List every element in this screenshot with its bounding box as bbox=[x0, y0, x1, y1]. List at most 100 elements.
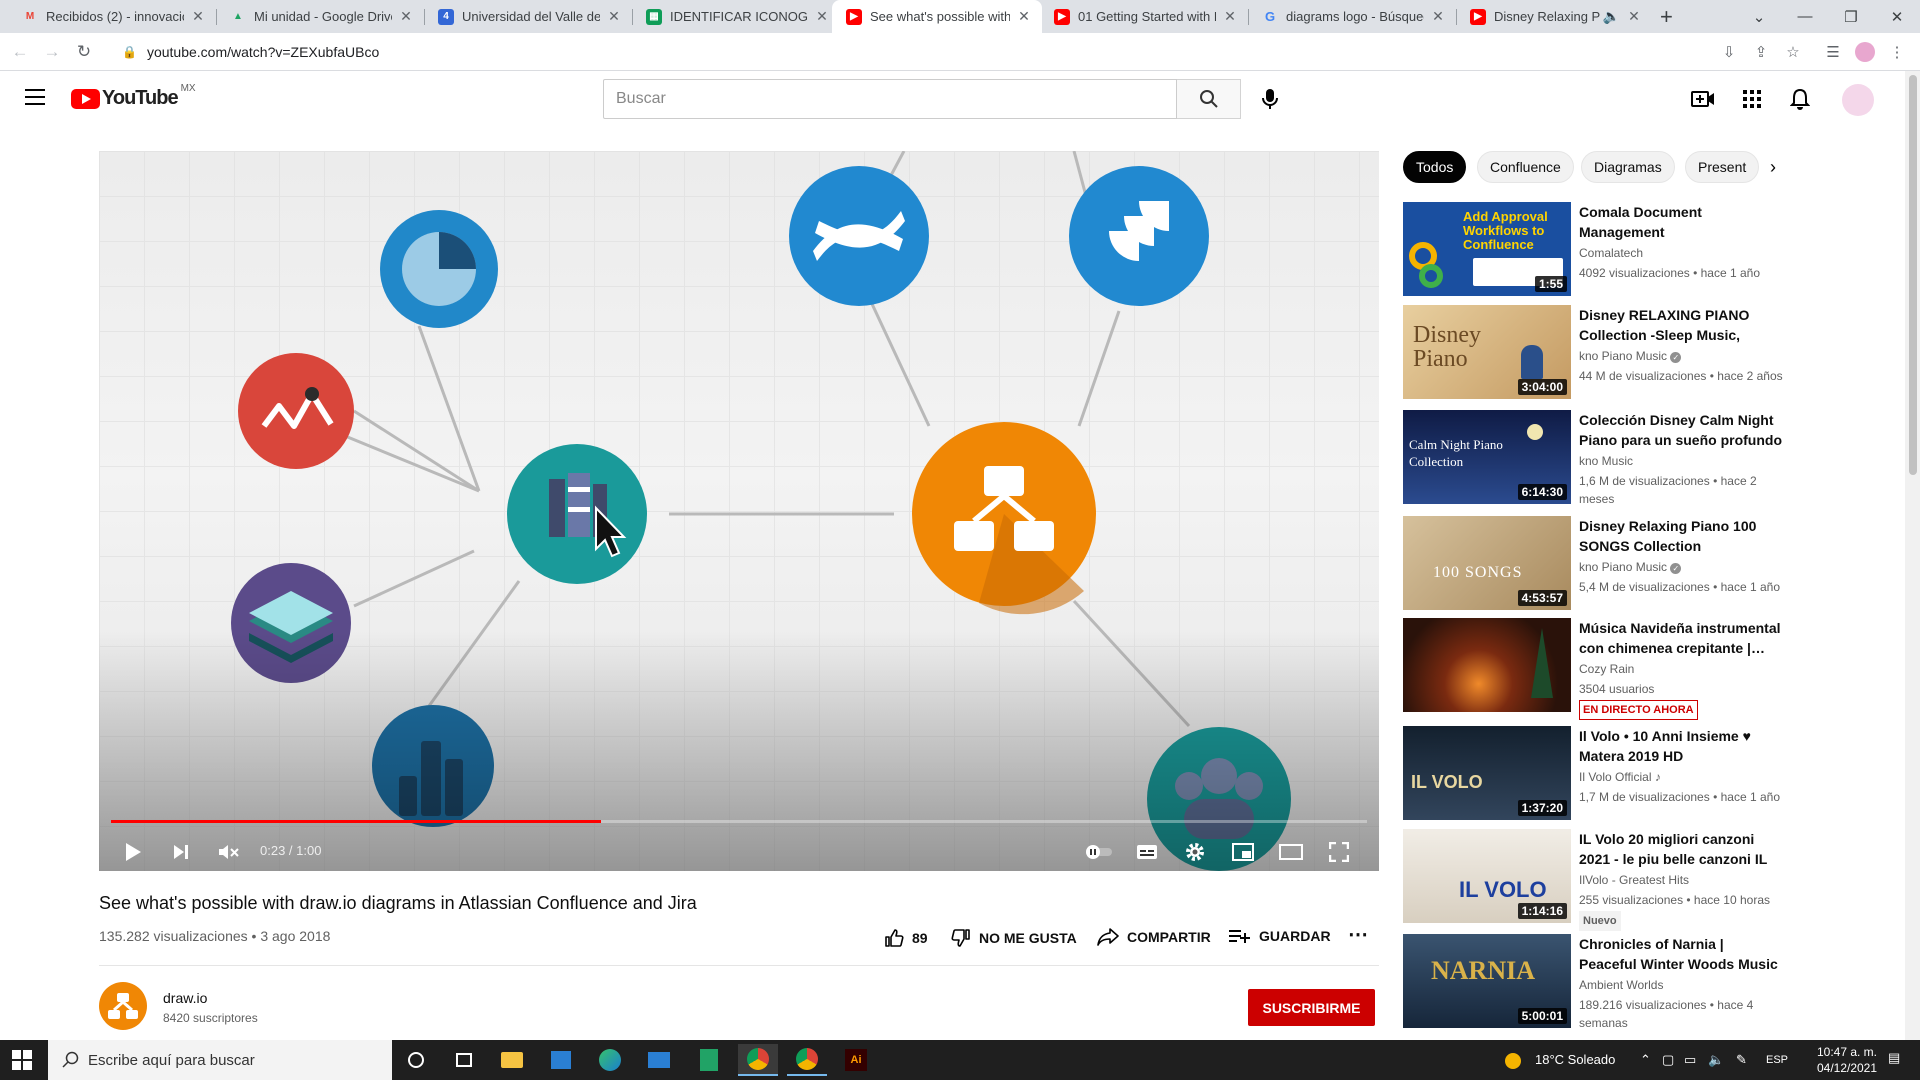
channel-avatar[interactable] bbox=[99, 982, 147, 1030]
video-thumbnail[interactable]: 100 SONGS 4:53:57 bbox=[1403, 516, 1571, 610]
scrollbar-thumb[interactable] bbox=[1909, 75, 1917, 475]
browser-tab[interactable]: 4 Universidad del Valle de P ✕ bbox=[424, 0, 632, 33]
reading-list-icon[interactable]: ☰ bbox=[1822, 41, 1844, 63]
browser-tab[interactable]: ▦ IDENTIFICAR ICONOGRAF ✕ bbox=[632, 0, 840, 33]
recommendation-item[interactable]: NARNIA 5:00:01 Chronicles of Narnia | Pe… bbox=[1403, 934, 1783, 1030]
next-button[interactable] bbox=[163, 834, 199, 870]
apps-grid-icon[interactable] bbox=[1738, 85, 1766, 113]
notifications-icon[interactable]: ▤ bbox=[1888, 1050, 1900, 1066]
recommendation-channel[interactable]: kno Piano Music ✓ bbox=[1579, 560, 1682, 574]
close-tab-icon[interactable]: ✕ bbox=[1016, 8, 1032, 25]
chip-presentaciones[interactable]: Present bbox=[1685, 151, 1760, 183]
recommendation-item[interactable]: Música Navideña instrumental con chimene… bbox=[1403, 618, 1783, 720]
video-thumbnail[interactable]: Add Approval Workflows to Confluence 1:5… bbox=[1403, 202, 1571, 296]
search-input[interactable]: Buscar bbox=[603, 79, 1177, 119]
chrome-icon[interactable] bbox=[738, 1044, 778, 1076]
mute-button[interactable] bbox=[211, 834, 247, 870]
mail-icon[interactable] bbox=[639, 1044, 679, 1076]
recommendation-channel[interactable]: Ambient Worlds bbox=[1579, 978, 1663, 992]
browser-tab[interactable]: M Recibidos (2) - innovacion ✕ bbox=[8, 0, 216, 33]
menu-icon[interactable] bbox=[25, 89, 45, 105]
close-tab-icon[interactable]: ✕ bbox=[1222, 8, 1238, 25]
more-actions-icon[interactable]: ⋯ bbox=[1348, 922, 1368, 947]
recommendation-title[interactable]: Disney RELAXING PIANO Collection -Sleep … bbox=[1579, 305, 1783, 345]
taskbar-search-input[interactable]: Escribe aquí para buscar bbox=[48, 1040, 392, 1080]
chip-diagramas[interactable]: Diagramas bbox=[1581, 151, 1675, 183]
recommendation-title[interactable]: Colección Disney Calm Night Piano para u… bbox=[1579, 410, 1783, 450]
subscribe-button[interactable]: SUSCRIBIRME bbox=[1248, 989, 1375, 1026]
close-tab-icon[interactable]: ✕ bbox=[190, 8, 206, 25]
fullscreen-button[interactable] bbox=[1321, 834, 1357, 870]
recommendation-title[interactable]: Comala Document Management bbox=[1579, 202, 1783, 242]
forward-icon[interactable]: → bbox=[40, 40, 64, 64]
close-window-button[interactable]: ✕ bbox=[1874, 0, 1920, 33]
recommendation-title[interactable]: Disney Relaxing Piano 100 SONGS Collecti… bbox=[1579, 516, 1783, 556]
page-scrollbar[interactable] bbox=[1905, 71, 1920, 1040]
like-button[interactable]: 89 bbox=[884, 928, 928, 948]
weather-icon[interactable] bbox=[1505, 1052, 1521, 1069]
browser-tab[interactable]: ▶ Disney Relaxing Piano 🔈 ✕ bbox=[1456, 0, 1652, 33]
meet-now-icon[interactable]: ▢ bbox=[1662, 1052, 1674, 1068]
language-indicator[interactable]: ESP bbox=[1766, 1054, 1788, 1066]
browser-tab[interactable]: G diagrams logo - Búsqueda ✕ bbox=[1248, 0, 1456, 33]
illustrator-icon[interactable]: Ai bbox=[836, 1044, 876, 1076]
browser-tab[interactable]: ▶ 01 Getting Started with Pe ✕ bbox=[1040, 0, 1248, 33]
reload-icon[interactable]: ↻ bbox=[72, 40, 96, 64]
windows-start-icon[interactable] bbox=[12, 1050, 32, 1070]
voice-search-button[interactable] bbox=[1250, 79, 1290, 119]
browser-tab[interactable]: ▲ Mi unidad - Google Drive ✕ bbox=[216, 0, 424, 33]
recommendation-channel[interactable]: kno Music bbox=[1579, 454, 1633, 468]
channel-name[interactable]: draw.io bbox=[163, 990, 207, 1006]
chip-confluence[interactable]: Confluence bbox=[1477, 151, 1574, 183]
cortana-icon[interactable] bbox=[396, 1044, 436, 1076]
close-tab-icon[interactable]: ✕ bbox=[606, 8, 622, 25]
new-tab-button[interactable]: + bbox=[1660, 4, 1673, 30]
create-video-icon[interactable] bbox=[1689, 85, 1717, 113]
autoplay-toggle[interactable] bbox=[1081, 834, 1117, 870]
video-player[interactable]: 0:23 / 1:00 bbox=[99, 151, 1379, 871]
recommendation-title[interactable]: Chronicles of Narnia | Peaceful Winter W… bbox=[1579, 934, 1783, 974]
recommendation-channel[interactable]: kno Piano Music ✓ bbox=[1579, 349, 1682, 363]
search-button[interactable] bbox=[1177, 79, 1241, 119]
tray-chevron-icon[interactable]: ⌃ bbox=[1640, 1052, 1651, 1068]
close-tab-icon[interactable]: ✕ bbox=[1626, 8, 1642, 25]
tab-search-icon[interactable]: ⌄ bbox=[1736, 0, 1782, 33]
volume-icon[interactable]: 🔈 bbox=[1708, 1052, 1724, 1068]
restore-button[interactable]: ❐ bbox=[1828, 0, 1874, 33]
video-thumbnail[interactable]: Calm Night Piano Collection 6:14:30 bbox=[1403, 410, 1571, 504]
video-thumbnail[interactable]: IL VOLO 1:14:16 bbox=[1403, 829, 1571, 923]
network-icon[interactable]: ▭ bbox=[1684, 1052, 1696, 1068]
recommendation-channel[interactable]: Comalatech bbox=[1579, 246, 1643, 260]
share-button[interactable]: COMPARTIR bbox=[1097, 928, 1211, 946]
close-tab-icon[interactable]: ✕ bbox=[398, 8, 414, 25]
close-tab-icon[interactable]: ✕ bbox=[1430, 8, 1446, 25]
install-app-icon[interactable]: ⇩ bbox=[1718, 41, 1740, 63]
recommendation-title[interactable]: Música Navideña instrumental con chimene… bbox=[1579, 618, 1783, 658]
youtube-logo[interactable]: YouTube MX bbox=[71, 83, 196, 110]
recommendation-channel[interactable]: IlVolo - Greatest Hits bbox=[1579, 873, 1689, 887]
notifications-bell-icon[interactable] bbox=[1786, 85, 1814, 113]
dislike-button[interactable]: NO ME GUSTA bbox=[951, 928, 1077, 948]
browser-menu-icon[interactable]: ⋮ bbox=[1886, 41, 1908, 63]
recommendation-item[interactable]: Add Approval Workflows to Confluence 1:5… bbox=[1403, 202, 1783, 296]
video-thumbnail[interactable] bbox=[1403, 618, 1571, 712]
recommendation-channel[interactable]: Cozy Rain bbox=[1579, 662, 1634, 676]
miniplayer-button[interactable] bbox=[1225, 834, 1261, 870]
weather-text[interactable]: 18°C Soleado bbox=[1535, 1052, 1615, 1067]
settings-button[interactable] bbox=[1177, 834, 1213, 870]
taskbar-clock[interactable]: 10:47 a. m. 04/12/2021 bbox=[1816, 1044, 1878, 1076]
mute-tab-icon[interactable]: 🔈 bbox=[1603, 8, 1620, 25]
recommendation-title[interactable]: IL Volo 20 migliori canzoni 2021 - le pi… bbox=[1579, 829, 1783, 869]
recommendation-channel[interactable]: Il Volo Official ♪ bbox=[1579, 770, 1661, 784]
progress-bar[interactable] bbox=[111, 820, 1367, 823]
save-button[interactable]: GUARDAR bbox=[1229, 928, 1331, 944]
chip-todos[interactable]: Todos bbox=[1403, 151, 1467, 183]
browser-tab-active[interactable]: ▶ See what's possible with d ✕ bbox=[832, 0, 1042, 33]
share-icon[interactable]: ⇪ bbox=[1750, 41, 1772, 63]
recommendation-item[interactable]: IL VOLO 1:14:16 IL Volo 20 migliori canz… bbox=[1403, 829, 1783, 931]
recommendation-item[interactable]: Calm Night Piano Collection 6:14:30 Cole… bbox=[1403, 410, 1783, 506]
sheets-app-icon[interactable] bbox=[689, 1044, 729, 1076]
chrome-profile-icon[interactable] bbox=[787, 1044, 827, 1076]
close-tab-icon[interactable]: ✕ bbox=[814, 8, 830, 25]
play-button[interactable] bbox=[115, 834, 151, 870]
